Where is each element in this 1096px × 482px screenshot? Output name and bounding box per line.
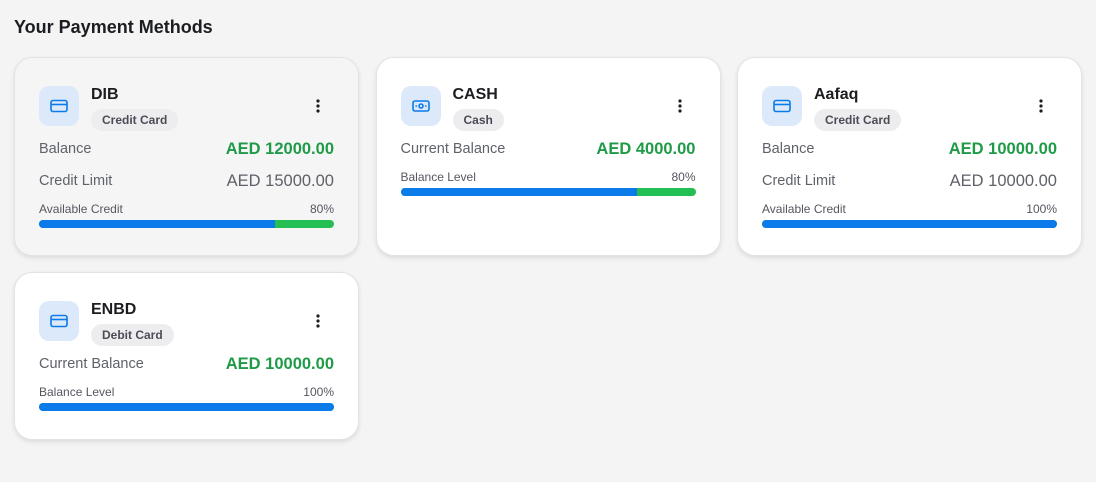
card-header: DIB Credit Card	[39, 58, 334, 133]
bar-header: Balance Level 100%	[39, 382, 334, 402]
credit-card-icon	[39, 86, 79, 126]
current-balance-value: AED 10000.00	[225, 354, 334, 373]
card-header: ENBD Debit Card	[39, 273, 334, 348]
more-options-button[interactable]	[310, 94, 326, 118]
card-name: Aafaq	[814, 86, 859, 103]
more-vertical-icon	[316, 314, 320, 328]
card-type-badge: Debit Card	[91, 324, 174, 346]
card-name: CASH	[452, 86, 498, 103]
credit-limit-value: AED 15000.00	[226, 171, 334, 190]
more-options-button[interactable]	[1033, 94, 1049, 118]
card-type-badge: Cash	[452, 109, 504, 131]
payment-cards-grid: DIB Credit Card Balance AED 12000.00 Cre…	[14, 57, 1082, 440]
current-balance-row: Current Balance AED 4000.00	[401, 133, 696, 165]
payment-card-aafaq[interactable]: Aafaq Credit Card Balance AED 10000.00 C…	[737, 57, 1082, 256]
more-vertical-icon	[677, 99, 682, 113]
card-type-badge: Credit Card	[91, 109, 179, 131]
bar-percent: 100%	[303, 385, 334, 399]
bar-header: Available Credit 100%	[762, 199, 1057, 219]
card-name: DIB	[91, 86, 119, 103]
bar-percent: 80%	[309, 202, 334, 216]
bar-label: Available Credit	[762, 202, 846, 216]
current-balance-value: AED 4000.00	[596, 139, 696, 158]
payment-card-enbd[interactable]: ENBD Debit Card Current Balance AED 1000…	[14, 272, 359, 440]
progress-bar-fill	[39, 403, 334, 411]
bar-label: Available Credit	[39, 202, 123, 216]
credit-limit-row: Credit Limit AED 15000.00	[39, 165, 334, 197]
credit-card-icon	[762, 86, 802, 126]
balance-row: Balance AED 12000.00	[39, 133, 334, 165]
current-balance-label: Current Balance	[400, 141, 506, 157]
payment-methods-page: Your Payment Methods DIB Credit Card Bal…	[0, 0, 1096, 482]
balance-row: Balance AED 10000.00	[762, 133, 1057, 165]
bar-percent: 80%	[671, 170, 696, 184]
progress-bar-fill	[400, 188, 637, 196]
bar-header: Balance Level 80%	[401, 167, 696, 187]
page-title: Your Payment Methods	[14, 17, 213, 37]
more-options-button[interactable]	[310, 309, 326, 333]
current-balance-label: Current Balance	[39, 356, 144, 372]
payment-card-dib[interactable]: DIB Credit Card Balance AED 12000.00 Cre…	[14, 57, 359, 256]
progress-bar	[39, 220, 334, 228]
credit-limit-row: Credit Limit AED 10000.00	[762, 165, 1057, 197]
bar-label: Balance Level	[39, 385, 115, 399]
card-header: Aafaq Credit Card	[762, 58, 1057, 133]
progress-bar	[762, 220, 1057, 228]
bar-header: Available Credit 80%	[39, 199, 334, 219]
progress-bar	[39, 403, 334, 411]
balance-label: Balance	[762, 141, 815, 157]
credit-limit-label: Credit Limit	[762, 173, 836, 189]
credit-card-icon	[39, 301, 79, 341]
bar-label: Balance Level	[400, 170, 476, 184]
cash-icon	[400, 86, 441, 126]
current-balance-row: Current Balance AED 10000.00	[39, 348, 334, 380]
more-vertical-icon	[316, 99, 320, 113]
card-type-badge: Credit Card	[814, 109, 902, 131]
bar-percent: 100%	[1026, 202, 1057, 216]
payment-card-cash[interactable]: CASH Cash Current Balance AED 4000.00 Ba…	[375, 57, 721, 256]
progress-bar	[400, 188, 696, 196]
balance-label: Balance	[39, 141, 92, 157]
balance-value: AED 12000.00	[225, 139, 334, 158]
progress-bar-fill	[39, 220, 275, 228]
progress-bar-fill	[762, 220, 1057, 228]
credit-limit-value: AED 10000.00	[949, 171, 1057, 190]
credit-limit-label: Credit Limit	[39, 173, 113, 189]
more-options-button[interactable]	[672, 94, 688, 118]
balance-value: AED 10000.00	[948, 139, 1057, 158]
card-header: CASH Cash	[400, 58, 696, 133]
more-vertical-icon	[1039, 99, 1043, 113]
card-name: ENBD	[91, 301, 137, 318]
